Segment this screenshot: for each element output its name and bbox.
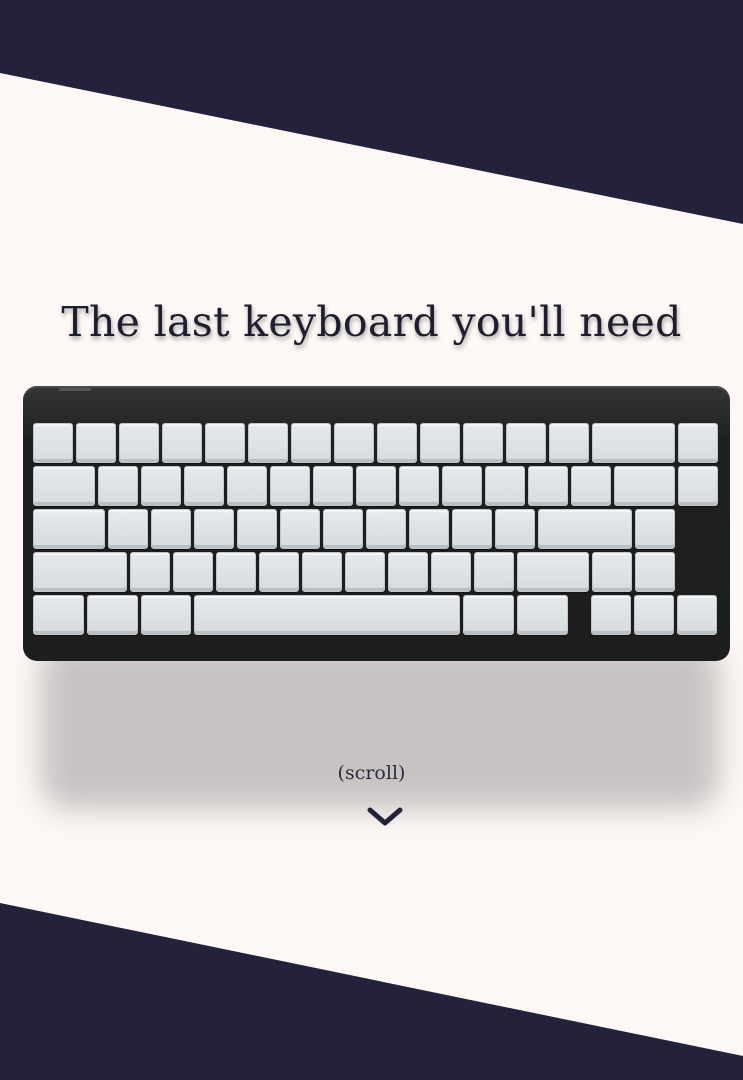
keycap (280, 509, 321, 549)
keycap (516, 595, 568, 635)
keycap (473, 552, 514, 592)
keycap (484, 466, 525, 506)
keycap (33, 509, 106, 549)
keycap (570, 466, 611, 506)
keycap (33, 595, 84, 635)
keycap (430, 552, 471, 592)
keyboard-shadow (40, 640, 720, 810)
keycap (140, 466, 181, 506)
keycap (172, 552, 213, 592)
keycap (678, 466, 718, 506)
keycap (635, 509, 675, 549)
keycap (463, 595, 514, 635)
page-title: The last keyboard you'll need (61, 298, 682, 346)
keycap (635, 552, 675, 592)
keycap (344, 552, 385, 592)
keycap (676, 595, 717, 635)
chevron-down-icon[interactable] (367, 806, 403, 828)
keycap (291, 423, 331, 463)
keycap (215, 552, 256, 592)
keycap (97, 466, 138, 506)
keyboard-notch (59, 388, 91, 391)
keyboard-image (23, 386, 730, 661)
keycap (463, 423, 503, 463)
keycap (590, 595, 631, 635)
keycap (301, 552, 342, 592)
keycap (366, 509, 407, 549)
keycap (226, 466, 267, 506)
keycap (119, 423, 159, 463)
keycap (377, 423, 417, 463)
keycap (633, 595, 674, 635)
keycap (592, 423, 675, 463)
scroll-hint: (scroll) (337, 762, 406, 784)
keycap (538, 509, 632, 549)
keycap (86, 595, 138, 635)
keycap (194, 595, 460, 635)
keycap (592, 552, 632, 592)
keycap (678, 423, 718, 463)
keycap (33, 552, 127, 592)
keycap (248, 423, 288, 463)
keycap (334, 423, 374, 463)
keycap (162, 423, 202, 463)
keycap (269, 466, 310, 506)
keycap (441, 466, 482, 506)
keycap (506, 423, 546, 463)
keycap (516, 552, 589, 592)
keycap (194, 509, 235, 549)
keycap (33, 423, 73, 463)
keycap (129, 552, 170, 592)
keycap (140, 595, 192, 635)
keycap (205, 423, 245, 463)
keycap (527, 466, 568, 506)
keycap (76, 423, 116, 463)
keycap (33, 466, 95, 506)
keycap (183, 466, 224, 506)
keycap (549, 423, 589, 463)
keycap (420, 423, 460, 463)
keycap (237, 509, 278, 549)
keycap (495, 509, 536, 549)
keycap (452, 509, 493, 549)
keycap (398, 466, 439, 506)
keycap (312, 466, 353, 506)
keycap (258, 552, 299, 592)
keycap (151, 509, 192, 549)
keycap (387, 552, 428, 592)
keycap (108, 509, 149, 549)
keycap (613, 466, 675, 506)
keycap (323, 509, 364, 549)
keycap (409, 509, 450, 549)
keycap (355, 466, 396, 506)
